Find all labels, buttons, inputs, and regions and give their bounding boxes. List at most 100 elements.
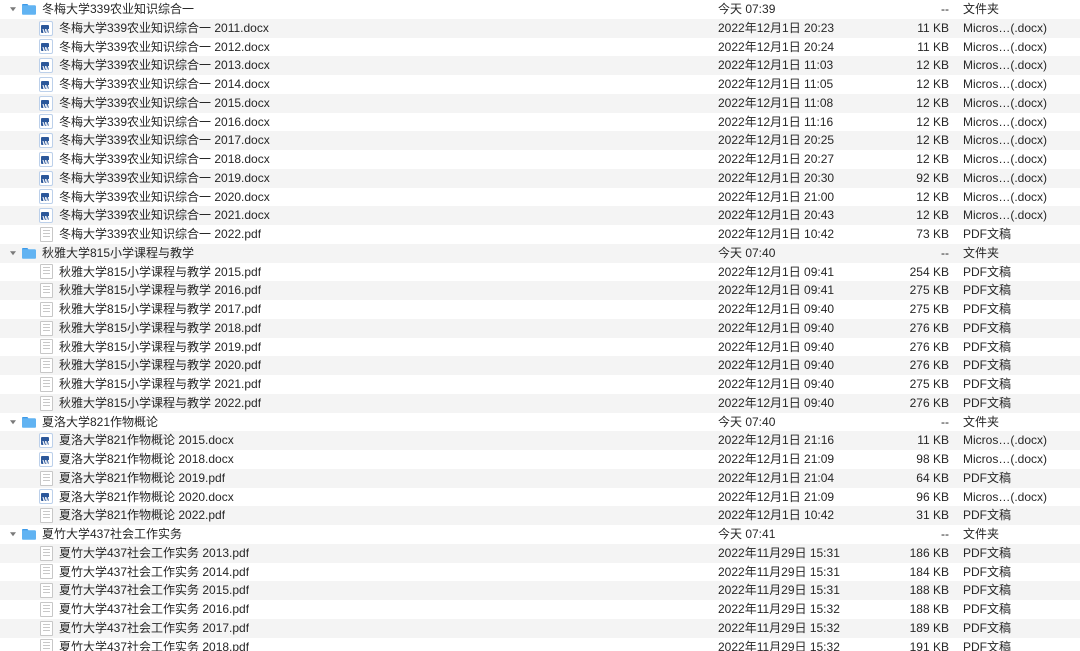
name-cell[interactable]: 夏洛大学821作物概论 2022.pdf <box>0 506 712 525</box>
file-name[interactable]: 冬梅大学339农业知识综合一 2016.docx <box>59 113 270 132</box>
file-name[interactable]: 冬梅大学339农业知识综合一 2017.docx <box>59 131 270 150</box>
name-cell[interactable]: 秋雅大学815小学课程与教学 2020.pdf <box>0 356 712 375</box>
file-row[interactable]: 夏洛大学821作物概论 2015.docx2022年12月1日 21:1611 … <box>0 431 1080 450</box>
file-row[interactable]: 冬梅大学339农业知识综合一 2019.docx2022年12月1日 20:30… <box>0 169 1080 188</box>
file-name[interactable]: 冬梅大学339农业知识综合一 2018.docx <box>59 150 270 169</box>
name-cell[interactable]: 秋雅大学815小学课程与教学 2015.pdf <box>0 263 712 282</box>
file-name[interactable]: 冬梅大学339农业知识综合一 2013.docx <box>59 56 270 75</box>
file-name[interactable]: 夏竹大学437社会工作实务 2016.pdf <box>59 600 249 619</box>
name-cell[interactable]: 夏竹大学437社会工作实务 2016.pdf <box>0 600 712 619</box>
name-cell[interactable]: 冬梅大学339农业知识综合一 2020.docx <box>0 188 712 207</box>
file-row[interactable]: 夏竹大学437社会工作实务 2016.pdf2022年11月29日 15:321… <box>0 600 1080 619</box>
file-row[interactable]: 秋雅大学815小学课程与教学 2015.pdf2022年12月1日 09:412… <box>0 263 1080 282</box>
file-name[interactable]: 夏洛大学821作物概论 2020.docx <box>59 488 234 507</box>
file-row[interactable]: 夏竹大学437社会工作实务 2013.pdf2022年11月29日 15:311… <box>0 544 1080 563</box>
file-row[interactable]: 夏洛大学821作物概论 2018.docx2022年12月1日 21:0998 … <box>0 450 1080 469</box>
name-cell[interactable]: 夏竹大学437社会工作实务 2015.pdf <box>0 581 712 600</box>
name-cell[interactable]: 冬梅大学339农业知识综合一 2021.docx <box>0 206 712 225</box>
file-row[interactable]: 秋雅大学815小学课程与教学 2017.pdf2022年12月1日 09:402… <box>0 300 1080 319</box>
name-cell[interactable]: 冬梅大学339农业知识综合一 2019.docx <box>0 169 712 188</box>
name-cell[interactable]: 秋雅大学815小学课程与教学 2017.pdf <box>0 300 712 319</box>
file-row[interactable]: 冬梅大学339农业知识综合一 2013.docx2022年12月1日 11:03… <box>0 56 1080 75</box>
file-name[interactable]: 夏洛大学821作物概论 2019.pdf <box>59 469 225 488</box>
file-name[interactable]: 秋雅大学815小学课程与教学 2017.pdf <box>59 300 261 319</box>
file-name[interactable]: 冬梅大学339农业知识综合一 <box>42 0 194 19</box>
name-cell[interactable]: 冬梅大学339农业知识综合一 2014.docx <box>0 75 712 94</box>
name-cell[interactable]: 秋雅大学815小学课程与教学 2022.pdf <box>0 394 712 413</box>
file-name[interactable]: 夏洛大学821作物概论 2015.docx <box>59 431 234 450</box>
folder-row[interactable]: 夏洛大学821作物概论今天 07:40--文件夹 <box>0 413 1080 432</box>
file-row[interactable]: 冬梅大学339农业知识综合一 2016.docx2022年12月1日 11:16… <box>0 113 1080 132</box>
folder-row[interactable]: 冬梅大学339农业知识综合一今天 07:39--文件夹 <box>0 0 1080 19</box>
file-name[interactable]: 冬梅大学339农业知识综合一 2021.docx <box>59 206 270 225</box>
name-cell[interactable]: 夏竹大学437社会工作实务 <box>0 525 712 544</box>
file-name[interactable]: 夏竹大学437社会工作实务 2017.pdf <box>59 619 249 638</box>
name-cell[interactable]: 冬梅大学339农业知识综合一 2012.docx <box>0 38 712 57</box>
name-cell[interactable]: 夏洛大学821作物概论 2019.pdf <box>0 469 712 488</box>
file-row[interactable]: 秋雅大学815小学课程与教学 2021.pdf2022年12月1日 09:402… <box>0 375 1080 394</box>
name-cell[interactable]: 夏洛大学821作物概论 <box>0 413 712 432</box>
name-cell[interactable]: 夏竹大学437社会工作实务 2017.pdf <box>0 619 712 638</box>
file-name[interactable]: 夏竹大学437社会工作实务 2015.pdf <box>59 581 249 600</box>
file-row[interactable]: 冬梅大学339农业知识综合一 2017.docx2022年12月1日 20:25… <box>0 131 1080 150</box>
name-cell[interactable]: 秋雅大学815小学课程与教学 2021.pdf <box>0 375 712 394</box>
name-cell[interactable]: 夏竹大学437社会工作实务 2014.pdf <box>0 563 712 582</box>
file-name[interactable]: 秋雅大学815小学课程与教学 2016.pdf <box>59 281 261 300</box>
name-cell[interactable]: 冬梅大学339农业知识综合一 2022.pdf <box>0 225 712 244</box>
file-row[interactable]: 冬梅大学339农业知识综合一 2020.docx2022年12月1日 21:00… <box>0 188 1080 207</box>
file-row[interactable]: 夏洛大学821作物概论 2022.pdf2022年12月1日 10:4231 K… <box>0 506 1080 525</box>
file-row[interactable]: 冬梅大学339农业知识综合一 2021.docx2022年12月1日 20:43… <box>0 206 1080 225</box>
name-cell[interactable]: 秋雅大学815小学课程与教学 <box>0 244 712 263</box>
disclosure-triangle-icon[interactable] <box>8 4 18 14</box>
file-name[interactable]: 夏竹大学437社会工作实务 2018.pdf <box>59 638 249 651</box>
file-row[interactable]: 秋雅大学815小学课程与教学 2020.pdf2022年12月1日 09:402… <box>0 356 1080 375</box>
file-row[interactable]: 秋雅大学815小学课程与教学 2016.pdf2022年12月1日 09:412… <box>0 281 1080 300</box>
file-name[interactable]: 冬梅大学339农业知识综合一 2012.docx <box>59 38 270 57</box>
file-name[interactable]: 夏洛大学821作物概论 <box>42 413 158 432</box>
disclosure-triangle-icon[interactable] <box>8 417 18 427</box>
file-row[interactable]: 冬梅大学339农业知识综合一 2011.docx2022年12月1日 20:23… <box>0 19 1080 38</box>
file-row[interactable]: 夏竹大学437社会工作实务 2018.pdf2022年11月29日 15:321… <box>0 638 1080 651</box>
file-name[interactable]: 秋雅大学815小学课程与教学 2021.pdf <box>59 375 261 394</box>
file-row[interactable]: 冬梅大学339农业知识综合一 2018.docx2022年12月1日 20:27… <box>0 150 1080 169</box>
name-cell[interactable]: 冬梅大学339农业知识综合一 2013.docx <box>0 56 712 75</box>
file-name[interactable]: 冬梅大学339农业知识综合一 2019.docx <box>59 169 270 188</box>
file-row[interactable]: 夏竹大学437社会工作实务 2014.pdf2022年11月29日 15:311… <box>0 563 1080 582</box>
file-row[interactable]: 冬梅大学339农业知识综合一 2015.docx2022年12月1日 11:08… <box>0 94 1080 113</box>
file-name[interactable]: 秋雅大学815小学课程与教学 <box>42 244 194 263</box>
file-name[interactable]: 秋雅大学815小学课程与教学 2018.pdf <box>59 319 261 338</box>
file-name[interactable]: 冬梅大学339农业知识综合一 2022.pdf <box>59 225 261 244</box>
file-name[interactable]: 夏洛大学821作物概论 2022.pdf <box>59 506 225 525</box>
file-name[interactable]: 冬梅大学339农业知识综合一 2015.docx <box>59 94 270 113</box>
name-cell[interactable]: 夏竹大学437社会工作实务 2013.pdf <box>0 544 712 563</box>
file-name[interactable]: 秋雅大学815小学课程与教学 2015.pdf <box>59 263 261 282</box>
file-row[interactable]: 夏竹大学437社会工作实务 2017.pdf2022年11月29日 15:321… <box>0 619 1080 638</box>
file-name[interactable]: 秋雅大学815小学课程与教学 2020.pdf <box>59 356 261 375</box>
name-cell[interactable]: 夏洛大学821作物概论 2018.docx <box>0 450 712 469</box>
name-cell[interactable]: 冬梅大学339农业知识综合一 <box>0 0 712 19</box>
name-cell[interactable]: 冬梅大学339农业知识综合一 2016.docx <box>0 113 712 132</box>
disclosure-triangle-icon[interactable] <box>8 529 18 539</box>
file-name[interactable]: 夏竹大学437社会工作实务 2014.pdf <box>59 563 249 582</box>
file-row[interactable]: 秋雅大学815小学课程与教学 2019.pdf2022年12月1日 09:402… <box>0 338 1080 357</box>
folder-row[interactable]: 秋雅大学815小学课程与教学今天 07:40--文件夹 <box>0 244 1080 263</box>
name-cell[interactable]: 夏竹大学437社会工作实务 2018.pdf <box>0 638 712 651</box>
name-cell[interactable]: 冬梅大学339农业知识综合一 2017.docx <box>0 131 712 150</box>
file-name[interactable]: 夏洛大学821作物概论 2018.docx <box>59 450 234 469</box>
name-cell[interactable]: 秋雅大学815小学课程与教学 2018.pdf <box>0 319 712 338</box>
file-row[interactable]: 冬梅大学339农业知识综合一 2012.docx2022年12月1日 20:24… <box>0 38 1080 57</box>
file-name[interactable]: 夏竹大学437社会工作实务 <box>42 525 182 544</box>
file-name[interactable]: 冬梅大学339农业知识综合一 2014.docx <box>59 75 270 94</box>
name-cell[interactable]: 冬梅大学339农业知识综合一 2015.docx <box>0 94 712 113</box>
name-cell[interactable]: 夏洛大学821作物概论 2015.docx <box>0 431 712 450</box>
file-name[interactable]: 夏竹大学437社会工作实务 2013.pdf <box>59 544 249 563</box>
file-name[interactable]: 冬梅大学339农业知识综合一 2011.docx <box>59 19 269 38</box>
disclosure-triangle-icon[interactable] <box>8 248 18 258</box>
name-cell[interactable]: 冬梅大学339农业知识综合一 2011.docx <box>0 19 712 38</box>
name-cell[interactable]: 冬梅大学339农业知识综合一 2018.docx <box>0 150 712 169</box>
file-row[interactable]: 夏洛大学821作物概论 2019.pdf2022年12月1日 21:0464 K… <box>0 469 1080 488</box>
file-row[interactable]: 秋雅大学815小学课程与教学 2018.pdf2022年12月1日 09:402… <box>0 319 1080 338</box>
folder-row[interactable]: 夏竹大学437社会工作实务今天 07:41--文件夹 <box>0 525 1080 544</box>
file-row[interactable]: 冬梅大学339农业知识综合一 2014.docx2022年12月1日 11:05… <box>0 75 1080 94</box>
file-row[interactable]: 冬梅大学339农业知识综合一 2022.pdf2022年12月1日 10:427… <box>0 225 1080 244</box>
